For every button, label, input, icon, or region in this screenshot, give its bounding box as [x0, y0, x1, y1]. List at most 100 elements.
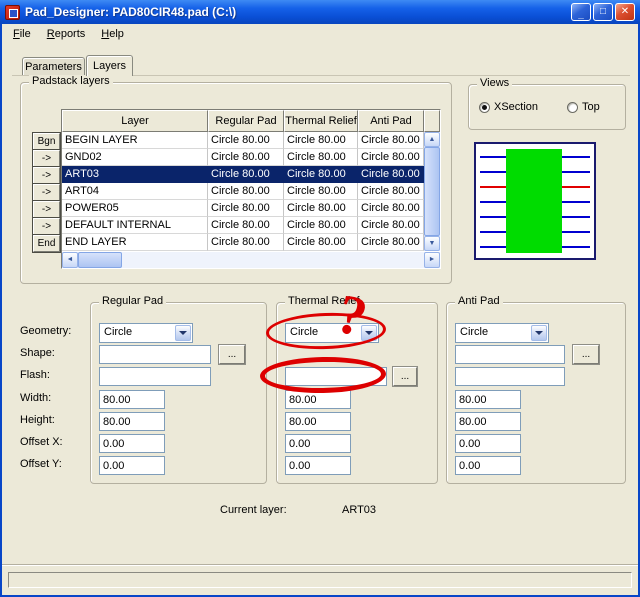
column-header-layer[interactable]: Layer	[62, 110, 208, 132]
column-header-thermal-relief[interactable]: Thermal Relief	[284, 110, 358, 132]
table-body: BEGIN LAYER Circle 80.00 Circle 80.00 Ci…	[62, 132, 424, 251]
cell-thermal-relief[interactable]: Circle 80.00	[284, 132, 358, 149]
menu-file[interactable]: File	[5, 26, 39, 42]
cell-anti-pad[interactable]: Circle 80.00	[358, 183, 424, 200]
table-row[interactable]: POWER05 Circle 80.00 Circle 80.00 Circle…	[62, 200, 424, 217]
regular-shape-browse-button[interactable]: ...	[219, 345, 245, 364]
cell-layer-name[interactable]: POWER05	[62, 200, 208, 217]
cell-thermal-relief[interactable]: Circle 80.00	[284, 166, 358, 183]
cell-regular-pad[interactable]: Circle 80.00	[208, 183, 284, 200]
cell-regular-pad[interactable]: Circle 80.00	[208, 149, 284, 166]
regular-shape-input[interactable]	[99, 345, 211, 364]
cell-thermal-relief[interactable]: Circle 80.00	[284, 149, 358, 166]
cell-anti-pad[interactable]: Circle 80.00	[358, 132, 424, 149]
thermal-flash-input[interactable]	[285, 367, 387, 386]
cell-regular-pad[interactable]: Circle 80.00	[208, 217, 284, 234]
anti-shape-browse-button[interactable]: ...	[573, 345, 599, 364]
thermal-height-input[interactable]	[285, 412, 351, 431]
layer-row-button[interactable]: ->	[33, 150, 60, 167]
anti-pad-group: Anti Pad Circle ...	[446, 295, 626, 484]
thermal-offset-x-input[interactable]	[285, 434, 351, 453]
layer-row-button[interactable]: ->	[33, 201, 60, 218]
scroll-down-icon[interactable]: ▼	[424, 236, 440, 251]
column-header-anti-pad[interactable]: Anti Pad	[358, 110, 424, 132]
cell-layer-name[interactable]: END LAYER	[62, 234, 208, 251]
table-row[interactable]: BEGIN LAYER Circle 80.00 Circle 80.00 Ci…	[62, 132, 424, 149]
cell-layer-name[interactable]: ART03	[62, 166, 208, 183]
cell-thermal-relief[interactable]: Circle 80.00	[284, 183, 358, 200]
anti-pad-group-title: Anti Pad	[455, 295, 503, 307]
table-row-selected[interactable]: ART03 Circle 80.00 Circle 80.00 Circle 8…	[62, 166, 424, 183]
regular-flash-input[interactable]	[99, 367, 211, 386]
table-header-row: Layer Regular Pad Thermal Relief Anti Pa…	[62, 110, 440, 132]
tab-layers[interactable]: Layers	[86, 55, 133, 76]
maximize-button[interactable]: □	[593, 3, 613, 21]
thermal-offset-y-input[interactable]	[285, 456, 351, 475]
cell-layer-name[interactable]: DEFAULT INTERNAL	[62, 217, 208, 234]
table-row[interactable]: END LAYER Circle 80.00 Circle 80.00 Circ…	[62, 234, 424, 251]
cell-anti-pad[interactable]: Circle 80.00	[358, 200, 424, 217]
cell-anti-pad[interactable]: Circle 80.00	[358, 234, 424, 251]
vertical-scroll-thumb[interactable]	[424, 147, 440, 236]
regular-height-input[interactable]	[99, 412, 165, 431]
scroll-left-icon[interactable]: ◄	[62, 252, 78, 268]
cell-anti-pad[interactable]: Circle 80.00	[358, 166, 424, 183]
cell-thermal-relief[interactable]: Circle 80.00	[284, 217, 358, 234]
close-button[interactable]: ✕	[615, 3, 635, 21]
horizontal-scroll-thumb[interactable]	[78, 252, 122, 268]
anti-offset-x-input[interactable]	[455, 434, 521, 453]
vertical-scrollbar[interactable]: ▲ ▼	[424, 132, 440, 251]
layer-row-button[interactable]: ->	[33, 218, 60, 235]
height-label: Height:	[20, 414, 55, 426]
minimize-button[interactable]: _	[571, 3, 591, 21]
regular-offset-x-input[interactable]	[99, 434, 165, 453]
cell-thermal-relief[interactable]: Circle 80.00	[284, 200, 358, 217]
tab-parameters[interactable]: Parameters	[22, 57, 85, 76]
cell-anti-pad[interactable]: Circle 80.00	[358, 217, 424, 234]
scroll-up-icon[interactable]: ▲	[424, 132, 440, 147]
cell-regular-pad[interactable]: Circle 80.00	[208, 234, 284, 251]
cell-regular-pad[interactable]: Circle 80.00	[208, 200, 284, 217]
anti-geometry-dropdown[interactable]: Circle	[455, 323, 549, 343]
title-bar[interactable]: Pad_Designer: PAD80CIR48.pad (C:\) _ □ ✕	[0, 0, 640, 24]
regular-offset-y-input[interactable]	[99, 456, 165, 475]
regular-width-input[interactable]	[99, 390, 165, 409]
table-row[interactable]: ART04 Circle 80.00 Circle 80.00 Circle 8…	[62, 183, 424, 200]
menu-reports[interactable]: Reports	[39, 26, 94, 42]
anti-offset-y-input[interactable]	[455, 456, 521, 475]
table-row[interactable]: GND02 Circle 80.00 Circle 80.00 Circle 8…	[62, 149, 424, 166]
thermal-geometry-value: Circle	[290, 326, 319, 338]
padstack-layers-group: Padstack layers Bgn -> -> -> -> -> End L…	[20, 75, 452, 284]
horizontal-scroll-track[interactable]	[122, 252, 424, 268]
scroll-right-icon[interactable]: ►	[424, 252, 440, 268]
thermal-geometry-dropdown[interactable]: Circle	[285, 323, 379, 343]
horizontal-scrollbar[interactable]: ◄ ►	[62, 252, 440, 268]
anti-width-input[interactable]	[455, 390, 521, 409]
chevron-down-icon[interactable]	[175, 325, 191, 341]
anti-shape-input[interactable]	[455, 345, 565, 364]
layer-row-button[interactable]: ->	[33, 167, 60, 184]
radio-xsection[interactable]: XSection	[479, 101, 538, 113]
width-label: Width:	[20, 392, 52, 404]
chevron-down-icon[interactable]	[531, 325, 547, 341]
layer-row-button-begin[interactable]: Bgn	[33, 133, 60, 150]
layer-row-button[interactable]: ->	[33, 184, 60, 201]
cell-layer-name[interactable]: GND02	[62, 149, 208, 166]
radio-top[interactable]: Top	[567, 101, 600, 113]
table-row[interactable]: DEFAULT INTERNAL Circle 80.00 Circle 80.…	[62, 217, 424, 234]
menu-help[interactable]: Help	[93, 26, 132, 42]
cell-regular-pad[interactable]: Circle 80.00	[208, 166, 284, 183]
cell-layer-name[interactable]: BEGIN LAYER	[62, 132, 208, 149]
cell-regular-pad[interactable]: Circle 80.00	[208, 132, 284, 149]
cell-layer-name[interactable]: ART04	[62, 183, 208, 200]
thermal-flash-browse-button[interactable]: ...	[393, 367, 417, 386]
regular-geometry-dropdown[interactable]: Circle	[99, 323, 193, 343]
cell-anti-pad[interactable]: Circle 80.00	[358, 149, 424, 166]
column-header-regular-pad[interactable]: Regular Pad	[208, 110, 284, 132]
anti-height-input[interactable]	[455, 412, 521, 431]
chevron-down-icon[interactable]	[361, 325, 377, 341]
thermal-width-input[interactable]	[285, 390, 351, 409]
anti-flash-input[interactable]	[455, 367, 565, 386]
layer-row-button-end[interactable]: End	[33, 235, 60, 252]
cell-thermal-relief[interactable]: Circle 80.00	[284, 234, 358, 251]
